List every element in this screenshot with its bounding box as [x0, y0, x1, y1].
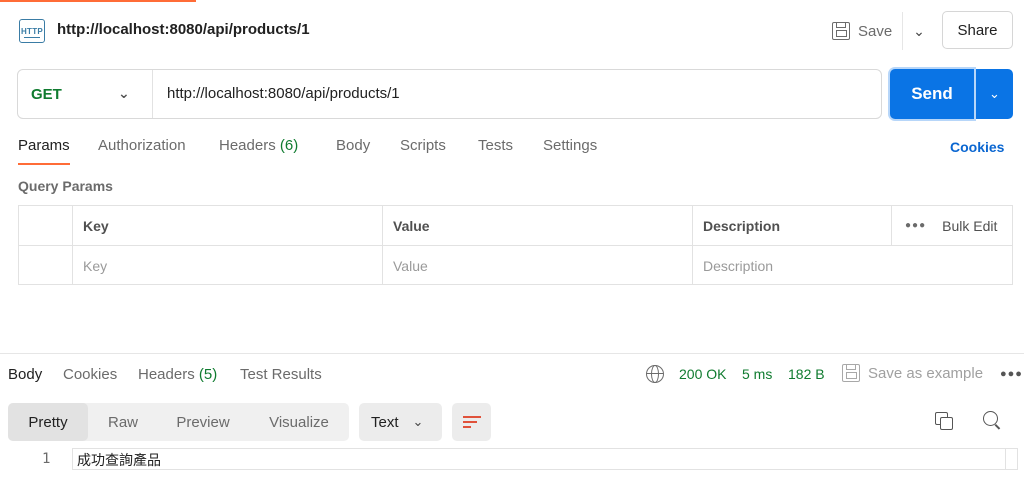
response-size[interactable]: 182 B	[788, 366, 825, 382]
divider	[692, 206, 693, 284]
wrap-lines-icon	[462, 415, 481, 429]
status-code[interactable]: 200 OK	[679, 366, 726, 382]
search-icon[interactable]	[983, 411, 1003, 431]
format-visualize[interactable]: Visualize	[256, 403, 342, 441]
tab-settings[interactable]: Settings	[543, 137, 597, 154]
send-button[interactable]: Send	[890, 69, 974, 119]
column-header-value: Value	[393, 217, 430, 234]
tab-active-indicator	[18, 163, 70, 165]
format-raw[interactable]: Raw	[92, 403, 154, 441]
param-key-input[interactable]: Key	[73, 246, 383, 285]
request-header: HTTP http://localhost:8080/api/products/…	[0, 0, 1024, 60]
tab-scripts[interactable]: Scripts	[400, 137, 446, 154]
cookies-link[interactable]: Cookies	[950, 139, 1004, 155]
line-number: 1	[42, 451, 51, 467]
method-select[interactable]: GET ⌄	[18, 70, 153, 118]
tab-params[interactable]: Params	[18, 137, 70, 154]
response-tab-headers[interactable]: Headers (5)	[138, 366, 217, 383]
query-params-label: Query Params	[18, 178, 113, 194]
save-as-example-label: Save as example	[868, 364, 984, 382]
code-line-highlight	[72, 448, 1006, 470]
divider	[72, 206, 73, 284]
response-tab-test-results[interactable]: Test Results	[240, 366, 322, 383]
save-button[interactable]: Save	[832, 17, 892, 45]
table-row: Key Value Description	[19, 246, 1012, 286]
method-label: GET	[31, 85, 62, 103]
tab-tests[interactable]: Tests	[478, 137, 513, 154]
chevron-down-icon: ⌄	[412, 414, 424, 429]
response-tab-body[interactable]: Body	[8, 366, 42, 383]
url-input[interactable]: http://localhost:8080/api/products/1	[167, 85, 400, 102]
url-bar: GET ⌄ http://localhost:8080/api/products…	[17, 69, 882, 119]
globe-icon[interactable]	[646, 365, 664, 383]
table-header-row: Key Value Description ●●● Bulk Edit	[19, 206, 1012, 246]
response-format-tabs: Pretty Raw Preview Visualize	[8, 403, 349, 441]
headers-count: (6)	[279, 137, 299, 154]
column-header-description: Description	[703, 217, 781, 234]
divider	[891, 206, 892, 245]
response-divider	[0, 353, 1024, 354]
save-icon	[832, 22, 850, 40]
editor-scrollbar[interactable]	[1006, 448, 1018, 470]
response-body-text: 成功查詢產品	[77, 453, 161, 469]
format-pretty[interactable]: Pretty	[8, 403, 88, 441]
more-options-icon[interactable]: ●●●	[1000, 368, 1023, 380]
send-options-chevron-icon[interactable]: ⌄	[976, 69, 1013, 119]
format-preview[interactable]: Preview	[162, 403, 244, 441]
param-value-input[interactable]: Value	[383, 246, 693, 285]
share-button[interactable]: Share	[942, 11, 1013, 49]
response-headers-count: (5)	[198, 366, 218, 383]
http-request-icon: HTTP	[19, 19, 45, 43]
response-headers-label: Headers	[138, 366, 195, 383]
response-type-select[interactable]: Text ⌄	[359, 403, 442, 441]
query-params-table: Key Value Description ●●● Bulk Edit Key …	[18, 205, 1013, 285]
tab-body[interactable]: Body	[336, 137, 370, 154]
save-label: Save	[858, 22, 893, 40]
save-options-chevron-icon[interactable]: ⌄	[908, 18, 930, 44]
divider	[902, 12, 903, 50]
tab-authorization[interactable]: Authorization	[98, 137, 186, 154]
wrap-lines-button[interactable]	[452, 403, 491, 441]
bulk-edit-button[interactable]: ●●● Bulk Edit	[905, 206, 997, 245]
divider	[382, 206, 383, 284]
response-type-label: Text	[371, 413, 399, 431]
save-icon	[842, 364, 860, 382]
more-options-icon: ●●●	[905, 220, 927, 231]
chevron-down-icon: ⌄	[118, 85, 130, 101]
param-description-input[interactable]: Description	[693, 246, 993, 285]
response-time[interactable]: 5 ms	[742, 366, 772, 382]
tab-headers-label: Headers	[219, 137, 276, 154]
request-title[interactable]: http://localhost:8080/api/products/1	[57, 21, 310, 38]
copy-icon[interactable]	[935, 412, 953, 430]
bulk-edit-label: Bulk Edit	[942, 217, 998, 234]
response-body-editor[interactable]: 1 成功查詢產品	[0, 446, 1024, 478]
response-tab-cookies[interactable]: Cookies	[63, 366, 117, 383]
tab-headers[interactable]: Headers (6)	[219, 137, 298, 154]
save-as-example-button[interactable]: Save as example	[842, 364, 983, 382]
column-header-key: Key	[83, 217, 109, 234]
